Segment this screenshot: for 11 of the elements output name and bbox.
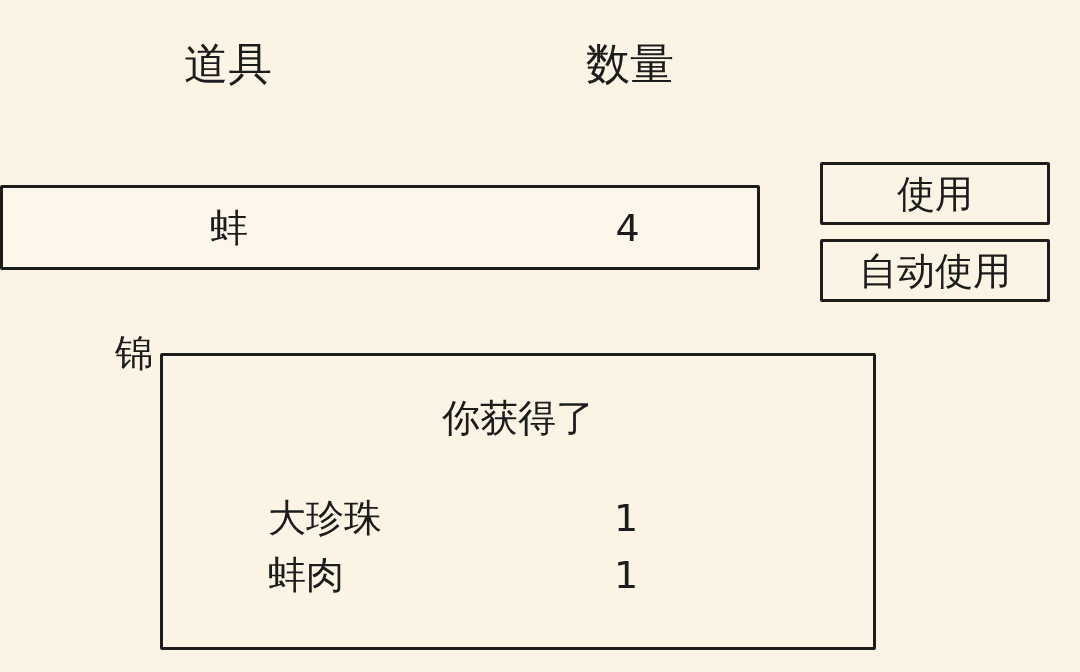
reward-name: 大珍珠 <box>268 496 382 540</box>
item-row[interactable]: 锦 <box>112 328 156 378</box>
reward-name: 蚌肉 <box>268 553 344 597</box>
action-button[interactable]: 使用 <box>820 162 1050 225</box>
reward-count: 1 <box>613 553 639 597</box>
item-row[interactable]: 蚌 4 <box>0 185 760 270</box>
dialog-title: 你获得了 <box>442 396 594 440</box>
action-button[interactable]: 自动使用 <box>820 239 1050 302</box>
column-header: 数量 <box>586 38 674 90</box>
reward-count: 1 <box>613 496 639 540</box>
column-header: 道具 <box>184 38 272 90</box>
